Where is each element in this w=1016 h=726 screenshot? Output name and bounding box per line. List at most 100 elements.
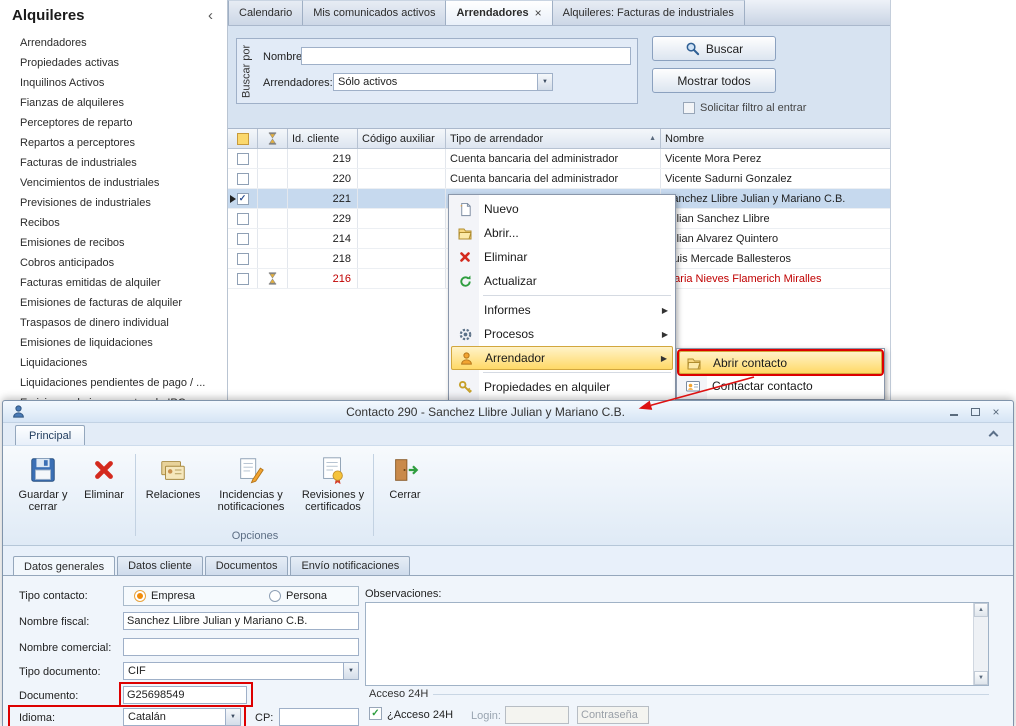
column-header-status[interactable] [258,129,288,148]
dialog-titlebar[interactable]: Contacto 290 - Sanchez Llibre Julian y M… [3,401,1013,423]
column-header-nombre[interactable]: Nombre [661,129,890,148]
row-checkbox[interactable] [237,233,249,245]
chevron-down-icon[interactable]: ▼ [343,663,358,679]
tab-calendario[interactable]: Calendario [228,0,303,25]
tab-datos-generales[interactable]: Datos generales [13,556,115,576]
contrasena-input[interactable] [577,706,649,724]
tipo-documento-combo[interactable]: CIF ▼ [123,662,359,680]
documento-input[interactable] [123,686,247,704]
scrollbar[interactable]: ▲ ▼ [973,603,988,685]
table-row[interactable]: 219 Cuenta bancaria del administrador Vi… [228,149,890,169]
sidebar-item-inquilinos-activos[interactable]: Inquilinos Activos [0,73,226,93]
observaciones-textarea[interactable]: ▲ ▼ [365,602,989,686]
buscar-por-group-label: Buscar por [238,39,255,103]
combo-value: Sólo activos [338,76,534,88]
submenu-item-abrir-contacto[interactable]: Abrir contacto [679,351,882,374]
acceso-24h-checkbox[interactable]: ✓ [369,707,382,720]
nombre-fiscal-input[interactable] [123,612,359,630]
cp-input[interactable] [279,708,359,726]
tab-envio-notificaciones[interactable]: Envío notificaciones [290,556,410,575]
login-input[interactable] [505,706,569,724]
menu-item-abrir[interactable]: Abrir... [451,221,673,245]
sidebar-item-liquidaciones[interactable]: Liquidaciones [0,353,226,373]
menu-item-arrendador[interactable]: Arrendador ▶ [451,346,673,370]
tab-datos-cliente[interactable]: Datos cliente [117,556,203,575]
mostrar-todos-button[interactable]: Mostrar todos [652,68,776,93]
chevron-down-icon[interactable]: ▼ [537,74,552,90]
guardar-y-cerrar-button[interactable]: Guardar y cerrar [11,449,75,527]
sidebar-item-arrendadores[interactable]: Arrendadores [0,33,226,53]
menu-item-nuevo[interactable]: Nuevo [451,197,673,221]
tab-arrendadores[interactable]: Arrendadores × [446,0,552,25]
solicitar-filtro-checkbox[interactable] [683,102,695,114]
idioma-combo[interactable]: Catalán ▼ [123,708,241,726]
minimize-icon[interactable] [945,404,963,419]
arrendadores-filter-combo[interactable]: Sólo activos ▼ [333,73,553,91]
collapse-ribbon-icon[interactable] [989,431,999,441]
datos-generales-page: Tipo contacto: Empresa Persona Nombre fi… [3,575,1013,726]
column-header-codigo-auxiliar[interactable]: Código auxiliar [358,129,446,148]
relaciones-button[interactable]: Relaciones [141,449,205,527]
sidebar-item-previsiones[interactable]: Previsiones de industriales [0,193,226,213]
cell-id: 216 [288,269,358,288]
menu-item-procesos[interactable]: Procesos ▶ [451,322,673,346]
maximize-icon[interactable] [966,404,984,419]
scroll-up-icon[interactable]: ▲ [974,603,988,617]
column-header-id-cliente[interactable]: Id. cliente [288,129,358,148]
sidebar-item-cobros[interactable]: Cobros anticipados [0,253,226,273]
observaciones-text[interactable] [366,603,972,685]
menu-item-propiedades-en-alquiler[interactable]: Propiedades en alquiler [451,375,673,399]
tab-label: Calendario [239,7,292,19]
collapse-sidebar-icon[interactable]: ‹ [208,7,213,24]
close-tab-icon[interactable]: × [535,6,542,20]
buscar-button[interactable]: Buscar [652,36,776,61]
row-checkbox[interactable] [237,253,249,265]
menu-item-informes[interactable]: Informes ▶ [451,298,673,322]
tab-documentos[interactable]: Documentos [205,556,289,575]
close-icon[interactable]: × [987,404,1005,419]
sidebar-item-emisiones-facturas[interactable]: Emisiones de facturas de alquiler [0,293,226,313]
sidebar-item-liquidaciones-pendientes[interactable]: Liquidaciones pendientes de pago / ... [0,373,226,393]
row-checkbox-checked[interactable]: ✓ [237,193,249,205]
menu-item-actualizar[interactable]: Actualizar [451,269,673,293]
sidebar-item-propiedades-activas[interactable]: Propiedades activas [0,53,226,73]
contact-icon [11,404,26,419]
sidebar-item-facturas-emitidas[interactable]: Facturas emitidas de alquiler [0,273,226,293]
select-all-checkbox[interactable] [237,133,249,145]
eliminar-button[interactable]: Eliminar [77,449,131,527]
revisiones-button[interactable]: Revisiones y certificados [297,449,369,527]
table-row[interactable]: 220 Cuenta bancaria del administrador Vi… [228,169,890,189]
tab-facturas-industriales[interactable]: Alquileres: Facturas de industriales [553,0,745,25]
scroll-down-icon[interactable]: ▼ [974,671,988,685]
nombre-comercial-input[interactable] [123,638,359,656]
menu-item-eliminar[interactable]: Eliminar [451,245,673,269]
incidencias-button[interactable]: Incidencias y notificaciones [207,449,295,527]
row-checkbox[interactable] [237,153,249,165]
submenu-item-contactar-contacto[interactable]: Contactar contacto [679,374,882,397]
tab-mis-comunicados[interactable]: Mis comunicados activos [303,0,446,25]
sidebar-item-repartos[interactable]: Repartos a perceptores [0,133,226,153]
row-checkbox[interactable] [237,213,249,225]
cerrar-button[interactable]: Cerrar [379,449,431,527]
person-icon [452,351,480,366]
persona-radio[interactable] [269,590,281,602]
sidebar-item-emisiones-recibos[interactable]: Emisiones de recibos [0,233,226,253]
sidebar-item-vencimientos[interactable]: Vencimientos de industriales [0,173,226,193]
empresa-radio[interactable] [134,590,146,602]
ribbon-tab-principal[interactable]: Principal [15,425,85,445]
nombre-search-input[interactable] [301,47,631,65]
sidebar-item-emisiones-liquidaciones[interactable]: Emisiones de liquidaciones [0,333,226,353]
sidebar-item-traspasos[interactable]: Traspasos de dinero individual [0,313,226,333]
row-checkbox[interactable] [237,173,249,185]
column-header-label: Tipo de arrendador [450,133,543,145]
sidebar-item-recibos[interactable]: Recibos [0,213,226,233]
sidebar-item-facturas-industriales[interactable]: Facturas de industriales [0,153,226,173]
chevron-down-icon[interactable]: ▼ [225,709,240,725]
hourglass-icon [267,132,278,145]
sidebar-item-perceptores[interactable]: Perceptores de reparto [0,113,226,133]
column-header-tipo-arrendador[interactable]: Tipo de arrendador ▲ [446,129,661,148]
row-checkbox[interactable] [237,273,249,285]
column-header-select-all[interactable] [228,129,258,148]
sidebar-item-fianzas[interactable]: Fianzas de alquileres [0,93,226,113]
cell-nombre: Julian Alvarez Quintero [661,229,890,248]
